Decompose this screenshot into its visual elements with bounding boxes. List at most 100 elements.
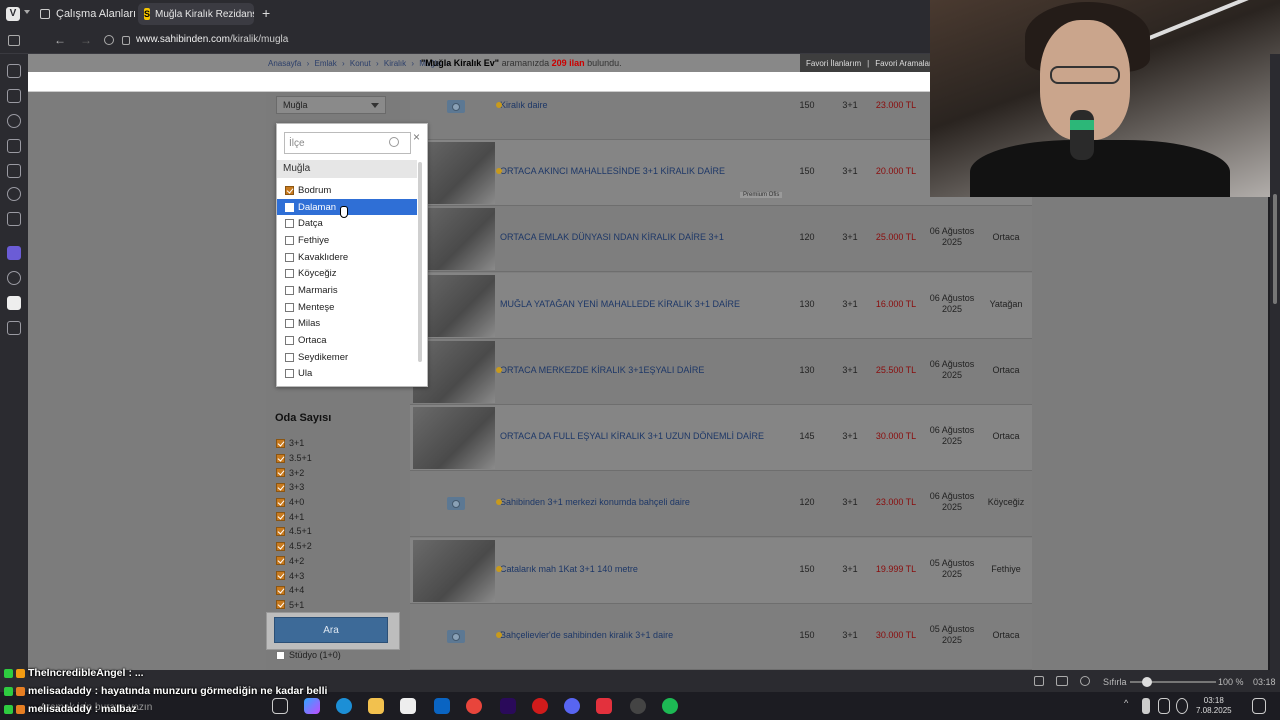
back-arrow-icon[interactable]: ← (54, 33, 66, 47)
history-icon[interactable] (7, 114, 21, 128)
district-option[interactable]: Bodrum (277, 182, 417, 199)
listing-thumbnail[interactable] (413, 407, 495, 469)
tile-icon[interactable] (1056, 676, 1068, 686)
checkbox[interactable] (276, 541, 285, 551)
listing-no-photo[interactable] (413, 606, 495, 668)
mail-icon[interactable] (7, 212, 21, 226)
room-option[interactable]: 3+1 (276, 436, 312, 451)
city-select[interactable]: Muğla (276, 96, 386, 114)
listing-title[interactable]: Kiralık daire (500, 100, 790, 110)
checkbox[interactable] (276, 600, 285, 610)
listing-title[interactable]: MUĞLA YATAĞAN YENİ MAHALLEDE KİRALIK 3+1… (500, 299, 790, 309)
checkbox[interactable] (285, 269, 294, 279)
room-option[interactable]: 4.5+2 (276, 539, 312, 554)
listing-title[interactable]: ORTACA EMLAK DÜNYASI NDAN KİRALIK DAİRE … (500, 232, 790, 242)
spotify-icon[interactable] (662, 698, 678, 714)
page-scrollbar[interactable] (1270, 54, 1280, 670)
zoom-reset-button[interactable]: Sıfırla (1103, 677, 1127, 687)
menu-chevron-icon[interactable] (24, 10, 30, 14)
listing-row[interactable]: Catalarık mah 1Kat 3+1 140 metre 150 3+1 19… (410, 538, 1032, 604)
capture-icon[interactable] (1034, 676, 1044, 686)
workspaces-button[interactable]: Çalışma Alanları (40, 4, 153, 24)
listing-title[interactable]: Catalarık mah 1Kat 3+1 140 metre (500, 564, 790, 574)
checkbox[interactable] (276, 453, 285, 463)
room-option[interactable]: 4+1 (276, 509, 312, 524)
zoom-slider-knob[interactable] (1142, 677, 1152, 687)
discord-icon[interactable] (564, 698, 580, 714)
network-icon[interactable] (1158, 698, 1170, 714)
listing-title[interactable]: Sahibinden 3+1 merkezi konumda bahçeli d… (500, 497, 790, 507)
checkbox[interactable] (276, 468, 285, 478)
room-option[interactable]: 4+2 (276, 554, 312, 569)
checkbox[interactable] (285, 302, 294, 312)
web-panel-icon[interactable] (7, 271, 21, 285)
translate-icon[interactable] (7, 164, 21, 178)
vivaldi-icon[interactable] (596, 698, 612, 714)
checkbox[interactable] (276, 482, 285, 492)
downloads-icon[interactable] (7, 89, 21, 103)
dropdown-scrollbar[interactable] (418, 162, 422, 362)
district-option[interactable]: Seydikemer (277, 349, 417, 366)
checkbox[interactable] (276, 650, 285, 660)
chrome-icon[interactable] (466, 698, 482, 714)
forward-arrow-icon[interactable]: → (80, 33, 92, 47)
listing-title[interactable]: Bahçelievler'de sahibinden kiralık 3+1 d… (500, 630, 790, 640)
listing-title[interactable]: ORTACA MERKEZDE KİRALIK 3+1EŞYALI DAİRE (500, 365, 790, 375)
url-field[interactable]: www.sahibinden.com/kiralik/mugla (136, 34, 288, 45)
favorite-listings-link[interactable]: Favori İlanlarım (806, 59, 861, 68)
close-icon[interactable]: × (413, 130, 420, 144)
district-option[interactable]: Ula (277, 366, 417, 383)
notepad-icon[interactable] (400, 698, 416, 714)
premiere-icon[interactable] (500, 698, 516, 714)
search-button[interactable]: Ara (274, 617, 388, 643)
checkbox[interactable] (285, 185, 294, 195)
listing-row[interactable]: MUĞLA YATAĞAN YENİ MAHALLEDE KİRALIK 3+1… (410, 273, 1032, 339)
district-option[interactable]: Menteşe (277, 299, 417, 316)
wikipedia-icon[interactable] (7, 296, 21, 310)
opera-icon[interactable] (532, 698, 548, 714)
add-panel-icon[interactable] (7, 321, 21, 335)
breadcrumb-kiralik[interactable]: Kiralık (384, 59, 406, 68)
checkbox[interactable] (276, 526, 285, 536)
edge-icon[interactable] (336, 698, 352, 714)
room-option[interactable]: 4+3 (276, 568, 312, 583)
listing-row[interactable]: Bahçelievler'de sahibinden kiralık 3+1 d… (410, 604, 1032, 670)
breadcrumb-emlak[interactable]: Emlak (315, 59, 337, 68)
checkbox[interactable] (276, 571, 285, 581)
checkbox[interactable] (276, 556, 285, 566)
room-option[interactable]: 3+2 (276, 465, 312, 480)
listing-row[interactable]: ORTACA EMLAK DÜNYASI NDAN KİRALIK DAİRE … (410, 206, 1032, 272)
listing-thumbnail[interactable] (413, 540, 495, 602)
listing-row[interactable]: Sahibinden 3+1 merkezi konumda bahçeli d… (410, 471, 1032, 537)
obs-icon[interactable] (630, 698, 646, 714)
copilot-icon[interactable] (304, 698, 320, 714)
checkbox[interactable] (276, 497, 285, 507)
outlook-icon[interactable] (434, 698, 450, 714)
district-option[interactable]: Köyceğiz (277, 265, 417, 282)
breadcrumb-home[interactable]: Anasayfa (268, 59, 301, 68)
district-option[interactable]: Datça (277, 215, 417, 232)
checkbox[interactable] (285, 202, 294, 212)
checkbox[interactable] (285, 285, 294, 295)
scrollbar-thumb[interactable] (1273, 194, 1277, 304)
microphone-icon[interactable] (1142, 698, 1150, 714)
room-option[interactable]: 4+4 (276, 583, 312, 598)
notification-icon[interactable] (1252, 698, 1266, 714)
checkbox[interactable] (276, 438, 285, 448)
chevron-up-icon[interactable]: ^ (1124, 698, 1134, 714)
checkbox[interactable] (285, 336, 294, 346)
checkbox[interactable] (285, 252, 294, 262)
room-option[interactable]: 3+3 (276, 480, 312, 495)
checkbox[interactable] (285, 319, 294, 329)
checkbox[interactable] (285, 219, 294, 229)
listing-row[interactable]: ORTACA DA FULL EŞYALI KİRALIK 3+1 UZUN D… (410, 405, 1032, 471)
tab-sahibinden[interactable]: S Muğla Kiralık Rezidans, Villa (138, 3, 254, 25)
checkbox[interactable] (276, 585, 285, 595)
listing-title[interactable]: ORTACA AKINCI MAHALLESİNDE 3+1 KİRALIK D… (500, 166, 790, 176)
vivaldi-logo-icon[interactable]: V (6, 7, 20, 21)
district-option[interactable]: Kavaklıdere (277, 249, 417, 266)
listing-no-photo[interactable] (413, 473, 495, 535)
room-option[interactable]: 4+0 (276, 495, 312, 510)
reading-icon[interactable] (7, 187, 21, 201)
district-option[interactable]: Marmaris (277, 282, 417, 299)
